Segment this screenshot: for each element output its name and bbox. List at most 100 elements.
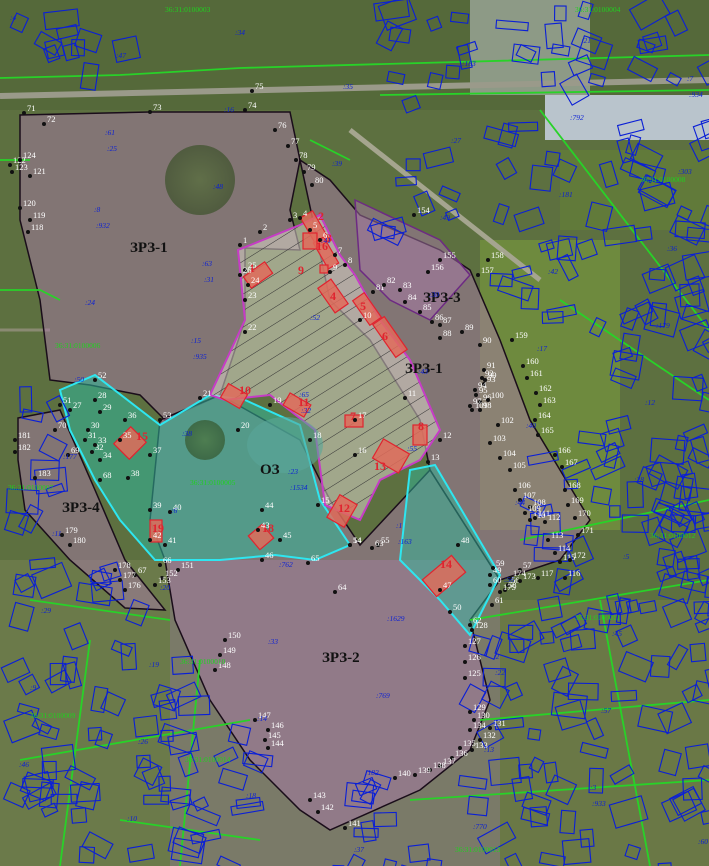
boundary-point[interactable]	[118, 438, 122, 442]
boundary-point[interactable]	[560, 465, 564, 469]
boundary-point[interactable]	[243, 298, 247, 302]
boundary-point[interactable]	[158, 418, 162, 422]
boundary-point[interactable]	[98, 478, 102, 482]
boundary-point[interactable]	[42, 122, 46, 126]
boundary-point[interactable]	[473, 388, 477, 392]
boundary-point[interactable]	[153, 583, 157, 587]
boundary-point[interactable]	[263, 738, 267, 742]
boundary-point[interactable]	[463, 676, 467, 680]
boundary-point[interactable]	[113, 568, 117, 572]
boundary-point[interactable]	[536, 433, 540, 437]
boundary-point[interactable]	[553, 551, 557, 555]
boundary-point[interactable]	[488, 573, 492, 577]
boundary-point[interactable]	[558, 560, 562, 564]
boundary-point[interactable]	[148, 110, 152, 114]
boundary-point[interactable]	[268, 403, 272, 407]
boundary-point[interactable]	[148, 453, 152, 457]
boundary-point[interactable]	[546, 538, 550, 542]
boundary-point[interactable]	[256, 528, 260, 532]
boundary-point[interactable]	[470, 748, 474, 752]
boundary-point[interactable]	[468, 404, 472, 408]
boundary-point[interactable]	[93, 443, 97, 447]
boundary-point[interactable]	[310, 183, 314, 187]
boundary-point[interactable]	[543, 520, 547, 524]
boundary-point[interactable]	[93, 398, 97, 402]
boundary-point[interactable]	[93, 378, 97, 382]
boundary-point[interactable]	[438, 323, 442, 327]
boundary-point[interactable]	[258, 230, 262, 234]
boundary-point[interactable]	[33, 476, 37, 480]
boundary-point[interactable]	[393, 776, 397, 780]
boundary-point[interactable]	[328, 270, 332, 274]
boundary-point[interactable]	[491, 566, 495, 570]
boundary-point[interactable]	[353, 453, 357, 457]
boundary-point[interactable]	[123, 418, 127, 422]
boundary-point[interactable]	[533, 516, 537, 520]
boundary-point[interactable]	[302, 170, 306, 174]
boundary-point[interactable]	[358, 318, 362, 322]
boundary-point[interactable]	[523, 511, 527, 515]
boundary-point[interactable]	[490, 603, 494, 607]
boundary-point[interactable]	[426, 270, 430, 274]
boundary-point[interactable]	[126, 476, 130, 480]
boundary-point[interactable]	[563, 488, 567, 492]
boundary-point[interactable]	[483, 378, 487, 382]
boundary-point[interactable]	[238, 273, 242, 277]
boundary-point[interactable]	[412, 213, 416, 217]
boundary-point[interactable]	[488, 441, 492, 445]
boundary-point[interactable]	[123, 588, 127, 592]
map-viewport[interactable]: 1 2 3 4 5 6 7 8 9 10 11 12 13 14 15 16 18 19 1 2 3 4 5 6 7 8 9 10 1…	[0, 0, 709, 866]
boundary-point[interactable]	[68, 543, 72, 547]
boundary-point[interactable]	[518, 579, 522, 583]
boundary-point[interactable]	[513, 488, 517, 492]
boundary-point[interactable]	[418, 310, 422, 314]
boundary-point[interactable]	[468, 623, 472, 627]
boundary-point[interactable]	[278, 538, 282, 542]
boundary-point[interactable]	[10, 170, 14, 174]
boundary-point[interactable]	[403, 300, 407, 304]
boundary-point[interactable]	[525, 376, 529, 380]
boundary-point[interactable]	[238, 243, 242, 247]
boundary-point[interactable]	[476, 273, 480, 277]
boundary-point[interactable]	[496, 423, 500, 427]
boundary-point[interactable]	[266, 746, 270, 750]
boundary-point[interactable]	[568, 558, 572, 562]
boundary-point[interactable]	[163, 543, 167, 547]
boundary-point[interactable]	[430, 320, 434, 324]
boundary-point[interactable]	[538, 403, 542, 407]
boundary-point[interactable]	[118, 578, 122, 582]
boundary-point[interactable]	[273, 128, 277, 132]
heritage-object-16[interactable]	[302, 232, 318, 250]
boundary-point[interactable]	[223, 638, 227, 642]
boundary-point[interactable]	[398, 288, 402, 292]
boundary-point[interactable]	[308, 438, 312, 442]
boundary-point[interactable]	[333, 590, 337, 594]
boundary-point[interactable]	[308, 228, 312, 232]
boundary-point[interactable]	[250, 89, 254, 93]
boundary-point[interactable]	[463, 644, 467, 648]
map-canvas[interactable]: 123456789101112131415161819 123 456789101…	[0, 0, 709, 866]
boundary-point[interactable]	[243, 330, 247, 334]
boundary-point[interactable]	[448, 610, 452, 614]
boundary-point[interactable]	[348, 543, 352, 547]
boundary-point[interactable]	[438, 588, 442, 592]
boundary-point[interactable]	[498, 456, 502, 460]
boundary-point[interactable]	[382, 283, 386, 287]
boundary-point[interactable]	[470, 408, 474, 412]
boundary-point[interactable]	[236, 428, 240, 432]
boundary-point[interactable]	[371, 290, 375, 294]
boundary-point[interactable]	[413, 773, 417, 777]
boundary-point[interactable]	[510, 338, 514, 342]
boundary-point[interactable]	[53, 428, 57, 432]
boundary-point[interactable]	[243, 108, 247, 112]
boundary-point[interactable]	[438, 438, 442, 442]
boundary-point[interactable]	[316, 503, 320, 507]
boundary-point[interactable]	[333, 253, 337, 257]
boundary-point[interactable]	[470, 628, 474, 632]
boundary-point[interactable]	[403, 396, 407, 400]
boundary-point[interactable]	[98, 458, 102, 462]
boundary-point[interactable]	[28, 218, 32, 222]
boundary-point[interactable]	[573, 516, 577, 520]
boundary-point[interactable]	[148, 538, 152, 542]
boundary-point[interactable]	[246, 283, 250, 287]
